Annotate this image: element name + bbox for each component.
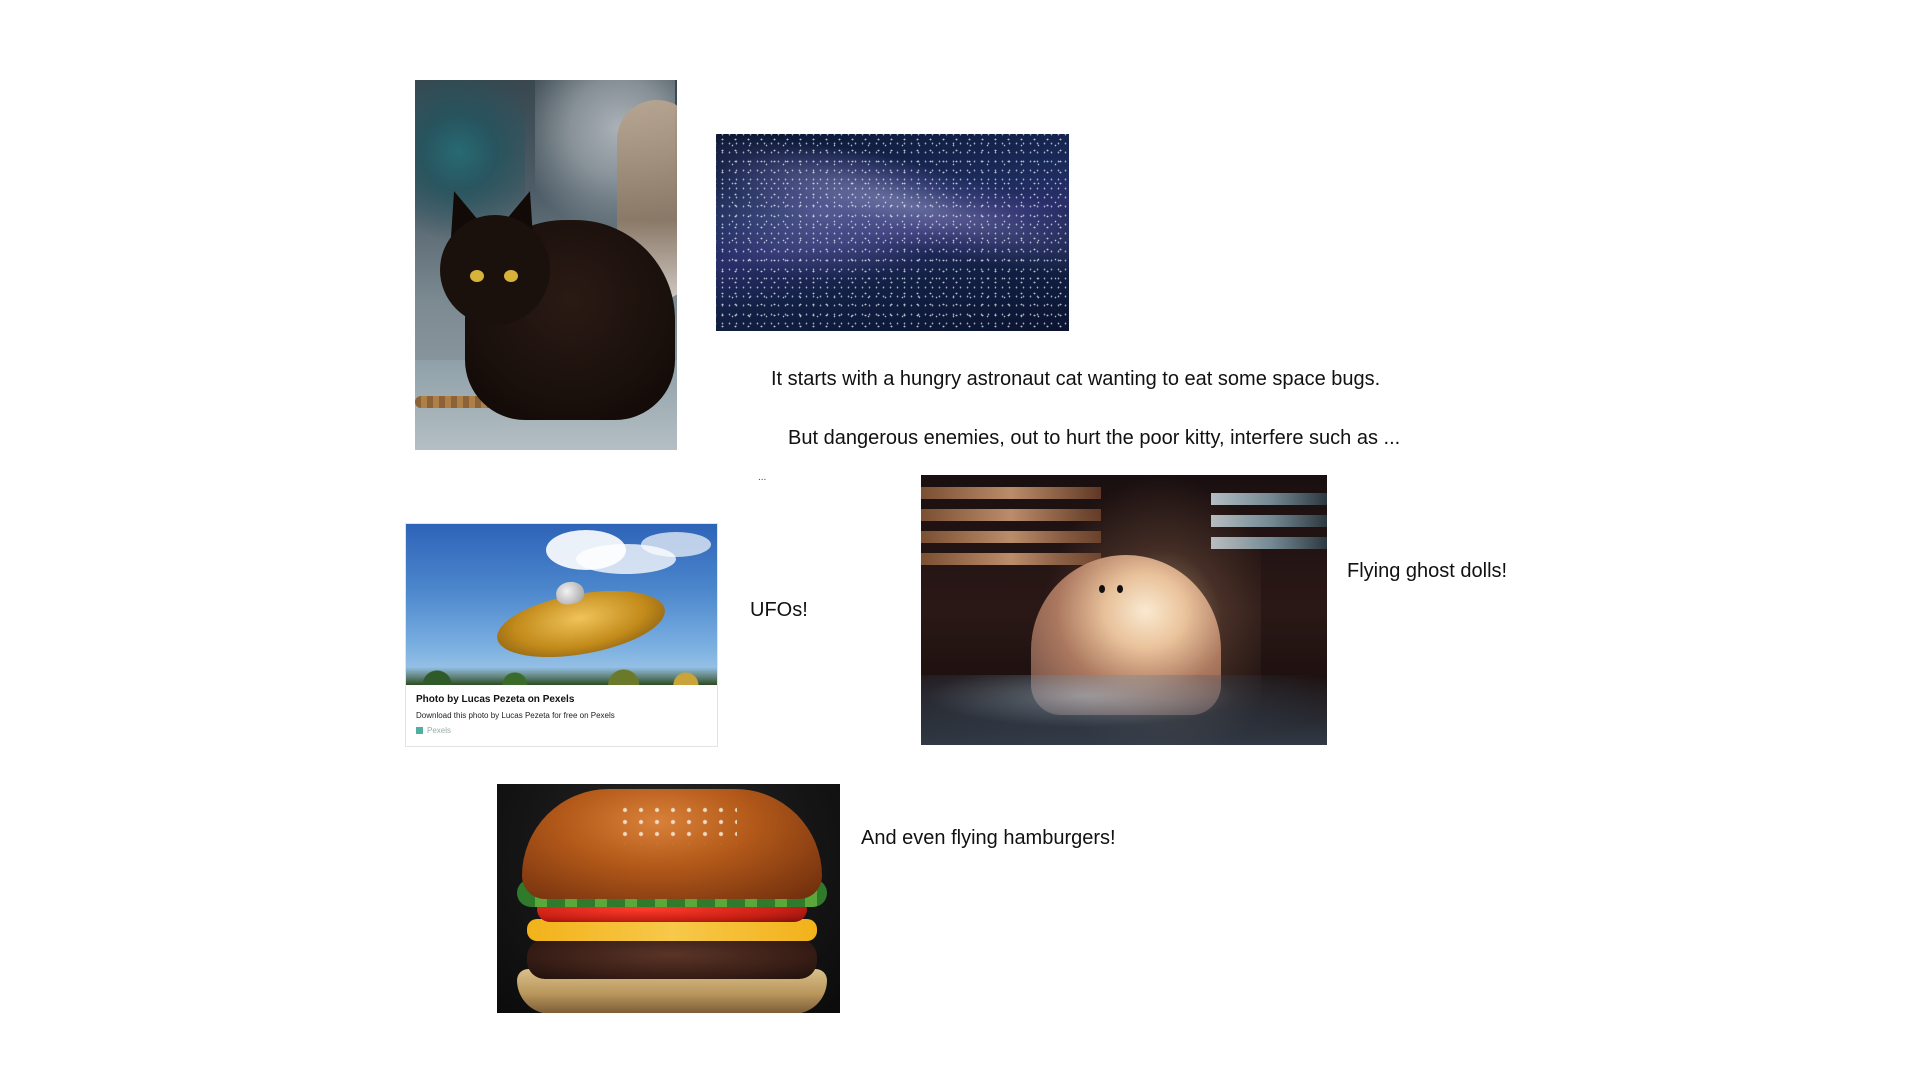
ufo-photo[interactable] bbox=[406, 524, 717, 685]
ghost-eye bbox=[1099, 585, 1105, 593]
ghosts-caption: Flying ghost dolls! bbox=[1347, 560, 1508, 582]
hamburgers-caption: And even flying hamburgers! bbox=[861, 827, 1116, 849]
milky-way-photo bbox=[716, 134, 1069, 331]
ghost-eye bbox=[1117, 585, 1123, 593]
kitten-head bbox=[440, 215, 550, 325]
pexels-icon bbox=[416, 727, 423, 734]
kitten-eye bbox=[504, 270, 518, 282]
kitten-eye bbox=[470, 270, 484, 282]
stars bbox=[716, 134, 1069, 331]
ellipsis-text: ... bbox=[758, 472, 767, 483]
trees bbox=[406, 667, 717, 685]
preview-source-label: Pexels bbox=[427, 726, 452, 735]
ghost-doll-photo bbox=[921, 475, 1327, 745]
ufos-caption: UFOs! bbox=[750, 599, 808, 621]
sesame-seeds bbox=[617, 804, 737, 844]
preview-title[interactable]: Photo by Lucas Pezeta on Pexels bbox=[416, 694, 574, 705]
cloud bbox=[641, 532, 711, 557]
preview-source[interactable]: Pexels bbox=[416, 726, 451, 735]
black-kitten-photo bbox=[415, 80, 677, 450]
preview-description: Download this photo by Lucas Pezeta for … bbox=[416, 711, 615, 720]
hamburger-photo bbox=[497, 784, 840, 1013]
bed-sheets bbox=[921, 675, 1327, 745]
patty bbox=[527, 939, 817, 979]
enemies-caption: But dangerous enemies, out to hurt the p… bbox=[788, 427, 1401, 449]
cheese bbox=[527, 919, 817, 941]
intro-caption: It starts with a hungry astronaut cat wa… bbox=[771, 368, 1381, 390]
ufo-link-preview-card[interactable]: Photo by Lucas Pezeta on Pexels Download… bbox=[405, 523, 718, 747]
